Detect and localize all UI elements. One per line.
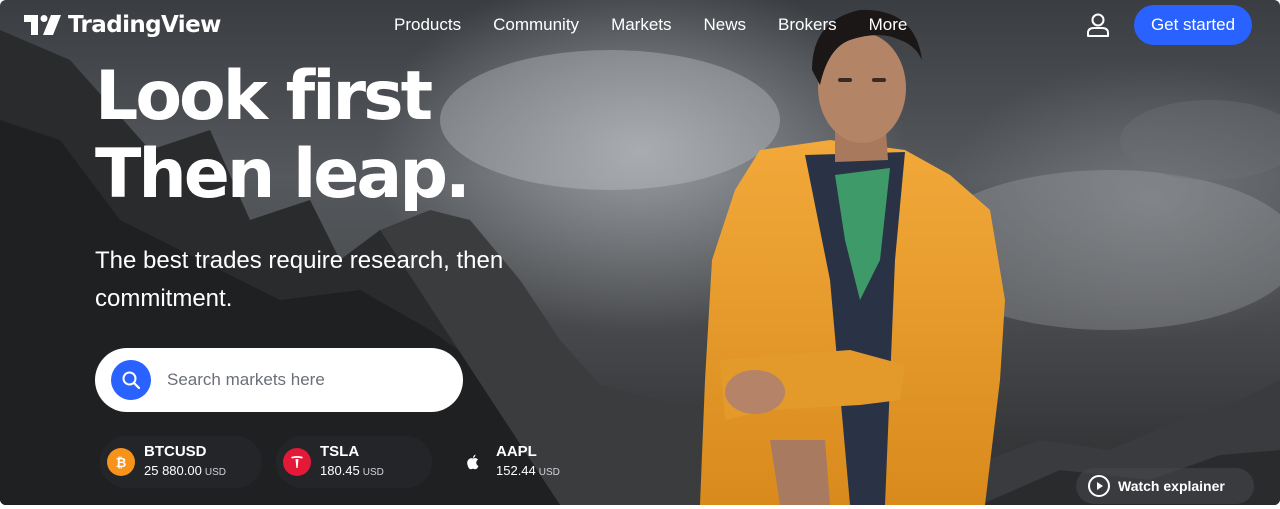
ticker-symbol: TSLA: [320, 443, 360, 460]
nav-item-markets[interactable]: Markets: [611, 15, 671, 35]
hero-subheadline: The best trades require research, then c…: [95, 247, 504, 312]
ticker-symbol: AAPL: [496, 443, 537, 460]
nav-item-more[interactable]: More: [869, 15, 908, 35]
search-bar[interactable]: [95, 348, 463, 412]
ticker-btcusd[interactable]: ₿ BTCUSD 25 880.00 USD: [100, 436, 262, 488]
ticker-currency: USD: [538, 467, 560, 478]
nav-item-products[interactable]: Products: [394, 15, 461, 35]
tradingview-logo[interactable]: TradingView: [24, 12, 221, 38]
ticker-currency: USD: [204, 467, 226, 478]
search-input[interactable]: [167, 370, 437, 390]
ticker-price: 152.44: [496, 463, 536, 478]
nav-item-news[interactable]: News: [704, 15, 747, 35]
get-started-button[interactable]: Get started: [1134, 5, 1252, 45]
ticker-tsla[interactable]: TSLA 180.45 USD: [276, 436, 432, 488]
user-icon[interactable]: [1084, 11, 1112, 39]
play-circle-icon: [1088, 475, 1110, 497]
ticker-currency: USD: [362, 467, 384, 478]
nav-item-brokers[interactable]: Brokers: [778, 15, 837, 35]
tradingview-logo-icon: [24, 15, 61, 35]
nav-item-community[interactable]: Community: [493, 15, 579, 35]
main-nav: Products Community Markets News Brokers …: [394, 15, 907, 35]
hero-section: TradingView Products Community Markets N…: [0, 0, 1280, 505]
search-icon[interactable]: [111, 360, 151, 400]
tesla-icon: [283, 448, 311, 476]
bitcoin-icon: ₿: [107, 448, 135, 476]
ticker-price: 180.45: [320, 463, 360, 478]
ticker-symbol: BTCUSD: [144, 443, 207, 460]
ticker-aapl[interactable]: AAPL 152.44 USD: [452, 436, 592, 488]
hero-headline-line1: Look first: [95, 57, 433, 136]
hero-headline-line2: Then leap.: [95, 135, 471, 214]
brand-name: TradingView: [68, 12, 221, 38]
apple-icon: [459, 448, 487, 476]
hero-headline: Look first Then leap.: [95, 57, 471, 214]
watch-explainer-button[interactable]: Watch explainer: [1076, 468, 1254, 504]
watch-explainer-label: Watch explainer: [1118, 478, 1225, 494]
ticker-price: 25 880.00: [144, 463, 202, 478]
svg-text:₿: ₿: [116, 456, 127, 470]
